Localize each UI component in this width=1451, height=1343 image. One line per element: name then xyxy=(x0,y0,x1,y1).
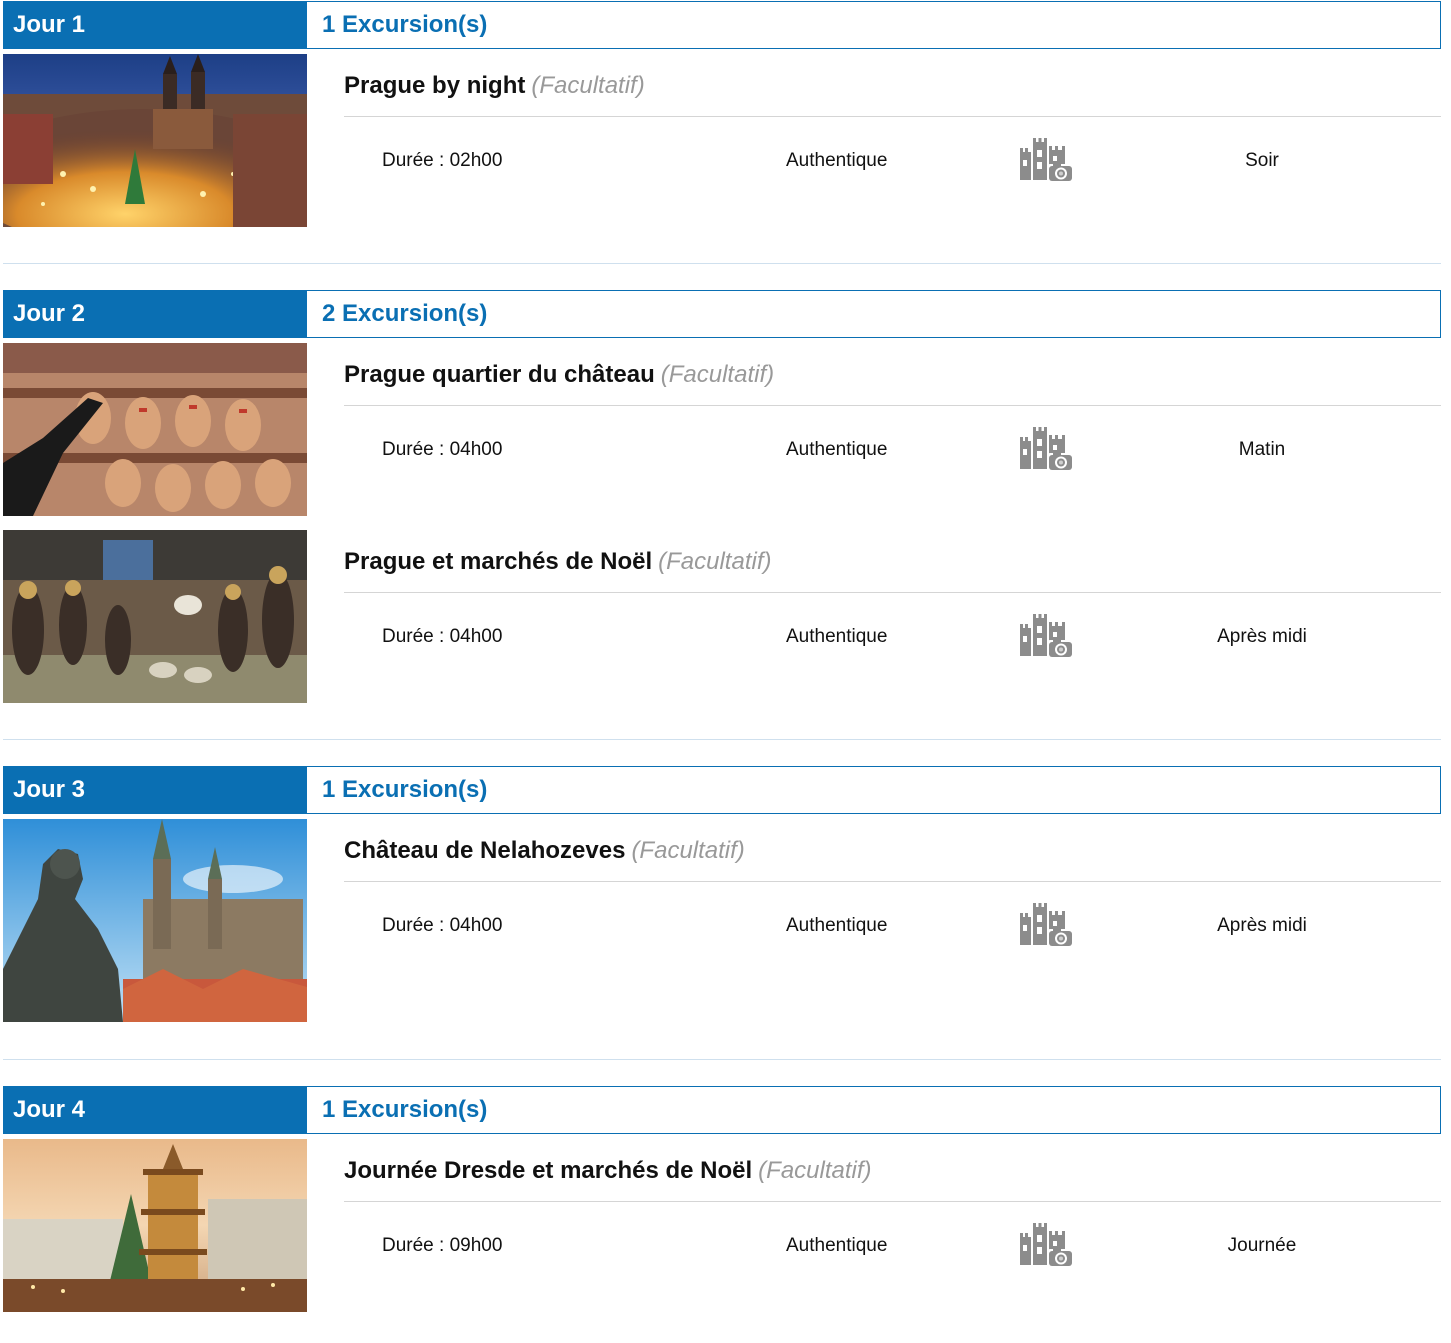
castle-camera-icon xyxy=(1017,138,1075,184)
excursion-type: Authentique xyxy=(786,626,888,647)
excursion-duration: Durée : 04h00 xyxy=(382,439,503,460)
excursion-title[interactable]: Prague by night (Facultatif) xyxy=(344,72,645,100)
divider xyxy=(344,592,1441,593)
excursion-type: Authentique xyxy=(786,439,888,460)
day-header: Jour 4 1 Excursion(s) xyxy=(3,1086,1441,1134)
excursion-type: Authentique xyxy=(786,150,888,171)
day-label: Jour 1 xyxy=(4,2,307,48)
optional-label: (Facultatif) xyxy=(758,1157,872,1184)
excursion-count: 2 Excursion(s) xyxy=(322,300,488,327)
divider xyxy=(344,116,1441,117)
excursion-item[interactable]: Prague et marchés de Noël (Facultatif) Du… xyxy=(3,530,1441,703)
excursion-photo[interactable] xyxy=(3,343,307,516)
day-label: Jour 2 xyxy=(4,291,307,337)
day-separator xyxy=(3,739,1441,740)
castle-camera-icon xyxy=(1017,614,1075,660)
castle-camera-icon xyxy=(1017,1223,1075,1269)
excursion-title[interactable]: Château de Nelahozeves (Facultatif) xyxy=(344,837,745,865)
excursion-type: Authentique xyxy=(786,1235,888,1256)
excursion-period: Matin xyxy=(1238,439,1286,460)
excursion-period: Après midi xyxy=(1217,626,1307,647)
excursion-title[interactable]: Prague et marchés de Noël (Facultatif) xyxy=(344,548,771,576)
divider xyxy=(344,1201,1441,1202)
excursion-photo[interactable] xyxy=(3,1139,307,1312)
excursion-count: 1 Excursion(s) xyxy=(322,776,488,803)
excursion-count: 1 Excursion(s) xyxy=(322,11,488,38)
excursion-title[interactable]: Journée Dresde et marchés de Noël (Facult… xyxy=(344,1157,872,1185)
day-header: Jour 3 1 Excursion(s) xyxy=(3,766,1441,814)
excursion-period: Journée xyxy=(1227,1235,1297,1256)
castle-camera-icon xyxy=(1017,903,1075,949)
excursion-title[interactable]: Prague quartier du château (Facultatif) xyxy=(344,361,774,389)
excursion-photo[interactable] xyxy=(3,530,307,703)
excursion-item[interactable]: Prague quartier du château (Facultatif) D… xyxy=(3,343,1441,516)
optional-label: (Facultatif) xyxy=(660,361,775,388)
excursion-item[interactable]: Château de Nelahozeves (Facultatif) Durée… xyxy=(3,819,1441,1022)
optional-label: (Facultatif) xyxy=(531,72,645,99)
excursion-photo[interactable] xyxy=(3,819,307,1022)
excursion-duration: Durée : 09h00 xyxy=(382,1235,503,1256)
excursion-item[interactable]: Prague by night (Facultatif) Durée : 02h0… xyxy=(3,54,1441,227)
excursion-duration: Durée : 04h00 xyxy=(382,626,503,647)
day-label: Jour 3 xyxy=(4,767,307,813)
excursion-duration: Durée : 04h00 xyxy=(382,915,503,936)
day-label: Jour 4 xyxy=(4,1087,307,1133)
day-separator xyxy=(3,263,1441,264)
castle-camera-icon xyxy=(1017,427,1075,473)
excursion-duration: Durée : 02h00 xyxy=(382,150,503,171)
optional-label: (Facultatif) xyxy=(658,548,772,575)
excursion-period: Après midi xyxy=(1217,915,1307,936)
excursion-period: Soir xyxy=(1245,150,1279,171)
day-separator xyxy=(3,1059,1441,1060)
excursion-type: Authentique xyxy=(786,915,888,936)
excursion-count: 1 Excursion(s) xyxy=(322,1096,488,1123)
divider xyxy=(344,405,1441,406)
excursion-item[interactable]: Journée Dresde et marchés de Noël (Facult… xyxy=(3,1139,1441,1312)
day-header: Jour 2 2 Excursion(s) xyxy=(3,290,1441,338)
optional-label: (Facultatif) xyxy=(631,837,745,864)
day-header: Jour 1 1 Excursion(s) xyxy=(3,1,1441,49)
divider xyxy=(344,881,1441,882)
excursion-photo[interactable] xyxy=(3,54,307,227)
